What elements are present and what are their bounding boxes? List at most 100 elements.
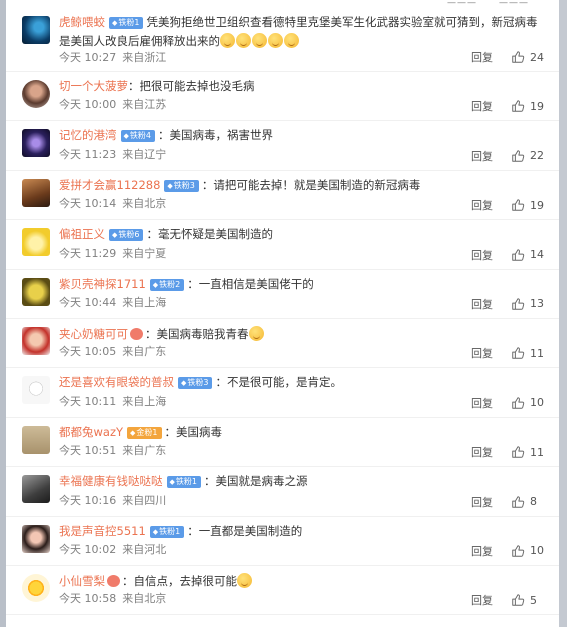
comment-meta: 今天 10:05 来自广东 — [59, 343, 166, 359]
fan-badge[interactable]: 金粉1 — [127, 426, 162, 439]
comment-actions: 回复 24 — [471, 49, 545, 65]
username-link[interactable]: 记忆的港湾 — [59, 128, 117, 142]
fan-badge[interactable]: 铁粉4 — [120, 130, 155, 143]
username-link[interactable]: 爱拼才会赢112288 — [59, 178, 160, 192]
like-button[interactable]: 11 — [511, 445, 545, 459]
avatar[interactable] — [22, 80, 50, 108]
comment-line: 切一个大菠萝：把很可能去掉也没毛病 — [59, 79, 545, 94]
avatar[interactable] — [22, 326, 50, 355]
fan-badge[interactable]: 铁粉1 — [109, 17, 144, 29]
reply-button[interactable]: 回复 — [471, 247, 493, 263]
like-button[interactable]: 19 — [511, 99, 545, 113]
like-button[interactable]: 19 — [511, 198, 545, 212]
top-remnant-1: ——— — [447, 0, 477, 8]
username-link[interactable]: 我是声音控5511 — [59, 524, 146, 538]
comment-location: 来自北京 — [122, 197, 167, 211]
avatar[interactable] — [22, 376, 50, 405]
reply-button[interactable]: 回复 — [471, 444, 493, 460]
username-link[interactable]: 切一个大菠萝 — [59, 79, 128, 93]
comment-text: ：自信点，去掉很可能 — [122, 573, 237, 588]
smile-emoji-icon — [284, 33, 299, 48]
comment-list: 虎鲸喂蛟铁粉1凭美狗拒绝世卫组织查看德特里克堡美军生化武器实验室就可猜到，新冠病… — [6, 8, 559, 616]
fan-badge[interactable]: 铁粉3 — [164, 179, 199, 192]
comment-location: 来自上海 — [122, 394, 167, 408]
username-link[interactable]: 偏祖正义 — [59, 227, 105, 241]
comment-actions: 回复 10 — [471, 395, 545, 411]
like-count: 24 — [530, 50, 544, 64]
comment-text: ：美国病毒赔我青春 — [145, 326, 249, 341]
comment-item: 夹心奶糖可可 ：美国病毒赔我青春今天 10:05 来自广东 回复 11 — [6, 319, 559, 369]
avatar[interactable] — [22, 475, 50, 504]
comment-time: 今天 11:29 — [59, 246, 117, 260]
comment-meta: 今天 10:11 来自上海 — [59, 393, 166, 409]
comment-line: 紫贝壳神探1711铁粉2：一直相信是美国佬干的 — [59, 277, 545, 292]
reply-button[interactable]: 回复 — [471, 296, 493, 312]
comment-location: 来自江苏 — [122, 98, 167, 112]
reply-button[interactable]: 回复 — [471, 543, 493, 559]
fan-badge[interactable]: 铁粉1 — [149, 525, 185, 538]
comment-line: 我是声音控5511铁粉1：一直都是美国制造的 — [59, 524, 545, 539]
like-count: 19 — [530, 99, 544, 113]
like-button[interactable]: 22 — [511, 149, 545, 163]
username-link[interactable]: 幸福健康有钱哒哒哒 — [59, 474, 163, 488]
like-button[interactable]: 10 — [511, 544, 545, 558]
comment-text: ：美国就是病毒之源 — [203, 474, 308, 489]
comment-meta: 今天 10:02 来自河北 — [59, 541, 166, 557]
username-link[interactable]: 夹心奶糖可可 — [59, 327, 128, 341]
like-button[interactable]: 24 — [511, 50, 545, 64]
comment-location: 来自浙江 — [122, 51, 167, 64]
avatar[interactable] — [22, 16, 50, 44]
comment-time: 今天 10:14 — [59, 197, 117, 211]
smile-emoji-icon — [236, 33, 251, 48]
reply-button[interactable]: 回复 — [471, 345, 493, 361]
comment-actions: 回复 11 — [471, 345, 545, 361]
comment-item: 还是喜欢有眼袋的普叔铁粉3：不是很可能，是肯定。今天 10:11 来自上海 回复 10 — [6, 368, 559, 418]
comment-location: 来自宁夏 — [122, 246, 167, 260]
avatar[interactable] — [22, 178, 50, 207]
heart-face-icon — [107, 574, 120, 587]
smile-emoji-icon — [252, 33, 267, 48]
comment-item: 切一个大菠萝：把很可能去掉也没毛病 今天 10:00 来自江苏 回复 19 — [6, 72, 559, 122]
comment-location: 来自辽宁 — [122, 147, 167, 161]
reply-button[interactable]: 回复 — [471, 197, 493, 213]
username-link[interactable]: 都都兔wazY — [59, 425, 123, 439]
reply-button[interactable]: 回复 — [471, 49, 493, 65]
comment-item: 我是声音控5511铁粉1：一直都是美国制造的今天 10:02 来自河北 回复 10 — [6, 517, 559, 566]
avatar[interactable] — [22, 277, 50, 306]
like-button[interactable]: 8 — [511, 495, 545, 509]
avatar[interactable] — [22, 425, 50, 454]
fan-badge[interactable]: 铁粉1 — [166, 476, 201, 489]
like-button[interactable]: 14 — [511, 248, 545, 262]
comment-location: 来自北京 — [122, 592, 167, 606]
comment-line: 还是喜欢有眼袋的普叔铁粉3：不是很可能，是肯定。 — [59, 375, 545, 390]
fan-badge[interactable]: 铁粉2 — [149, 278, 185, 291]
like-button[interactable]: 11 — [511, 346, 545, 360]
like-button[interactable]: 5 — [511, 593, 545, 607]
username-link[interactable]: 虎鲸喂蛟 — [59, 15, 105, 29]
reply-button[interactable]: 回复 — [471, 98, 493, 114]
comment-time: 今天 10:00 — [59, 98, 117, 112]
reply-button[interactable]: 回复 — [471, 148, 493, 164]
avatar[interactable] — [22, 524, 50, 553]
top-scroll-remnant: ——— ——— — [6, 0, 559, 8]
avatar[interactable] — [22, 228, 50, 257]
smile-emoji-icon — [237, 572, 252, 588]
fan-badge[interactable]: 铁粉6 — [109, 229, 144, 242]
reply-button[interactable]: 回复 — [471, 494, 493, 510]
like-button[interactable]: 13 — [511, 297, 545, 311]
username-link[interactable]: 紫贝壳神探1711 — [59, 277, 146, 291]
comment-item: 虎鲸喂蛟铁粉1凭美狗拒绝世卫组织查看德特里克堡美军生化武器实验室就可猜到，新冠病… — [6, 8, 559, 72]
username-link[interactable]: 小仙雪梨 — [59, 574, 105, 588]
avatar[interactable] — [22, 573, 50, 602]
like-button[interactable]: 10 — [511, 396, 545, 410]
reply-button[interactable]: 回复 — [471, 592, 493, 608]
comment-line: 虎鲸喂蛟铁粉1凭美狗拒绝世卫组织查看德特里克堡美军生化武器实验室就可猜到，新冠病… — [59, 13, 545, 51]
comment-text: ：美国病毒，祸害世界 — [157, 128, 273, 143]
username-link[interactable]: 还是喜欢有眼袋的普叔 — [59, 375, 174, 389]
like-count: 11 — [530, 445, 544, 459]
fan-badge[interactable]: 铁粉3 — [178, 377, 213, 390]
comment-location: 来自四川 — [122, 493, 167, 507]
comment-actions: 回复 14 — [471, 247, 545, 263]
avatar[interactable] — [22, 129, 50, 158]
reply-button[interactable]: 回复 — [471, 395, 493, 411]
